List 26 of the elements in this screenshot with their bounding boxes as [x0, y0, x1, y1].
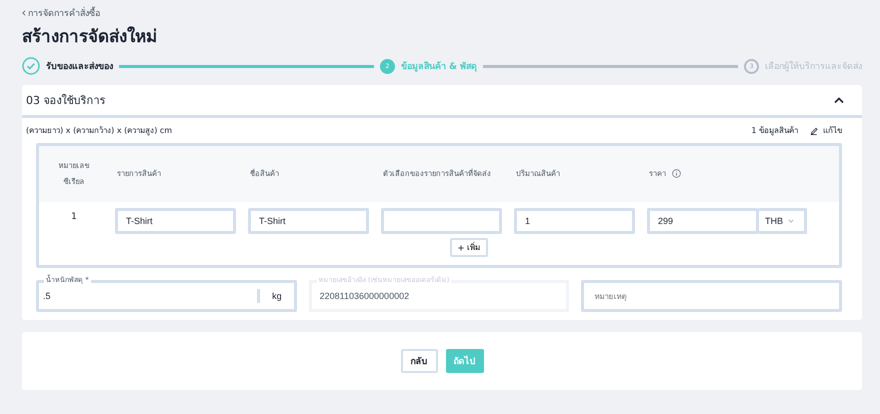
price-field[interactable]: 299	[647, 208, 759, 234]
step-label: เลือกผู้ให้บริการและจัดส่ง	[765, 60, 862, 73]
plus-icon	[458, 244, 464, 250]
step-label: ข้อมูลสินค้า & พัสดุ	[400, 60, 478, 73]
dimensions-note: (ความยาว) x (ความกว้าง) x (ความสูง) cm	[26, 125, 172, 137]
step-label: รับของและส่งของ	[46, 60, 113, 73]
input-field[interactable]: T-Shirt	[248, 208, 369, 234]
add-button[interactable]: เพิ่ม	[450, 238, 488, 257]
note-field[interactable]: หมายเหตุ	[581, 280, 842, 312]
table-cell-text: 1	[70, 211, 78, 222]
section-header[interactable]: 03 จองใช้บริการ	[22, 85, 862, 118]
item-count: 1 ข้อมูลสินค้า	[751, 125, 798, 137]
chevron-left-icon[interactable]	[22, 10, 26, 16]
caret-icon[interactable]	[834, 96, 844, 104]
page-title: สร้างการจัดส่งใหม่	[22, 25, 158, 49]
pencil-icon	[810, 126, 819, 135]
back-button[interactable]: กลับ	[400, 349, 438, 373]
info-icon[interactable]	[672, 169, 681, 178]
currency-dropdown[interactable]: THB	[759, 208, 807, 234]
section-title: 03 จองใช้บริการ	[26, 93, 106, 109]
breadcrumb-link[interactable]: การจัดการคำสั่งซื้อ	[28, 6, 100, 20]
input-field[interactable]	[381, 208, 502, 234]
edit-link[interactable]: แก้ไข	[810, 124, 842, 137]
input-field[interactable]: 1	[514, 208, 635, 234]
input-field[interactable]: T-Shirt	[115, 208, 236, 234]
chevron-down-icon	[788, 219, 794, 223]
